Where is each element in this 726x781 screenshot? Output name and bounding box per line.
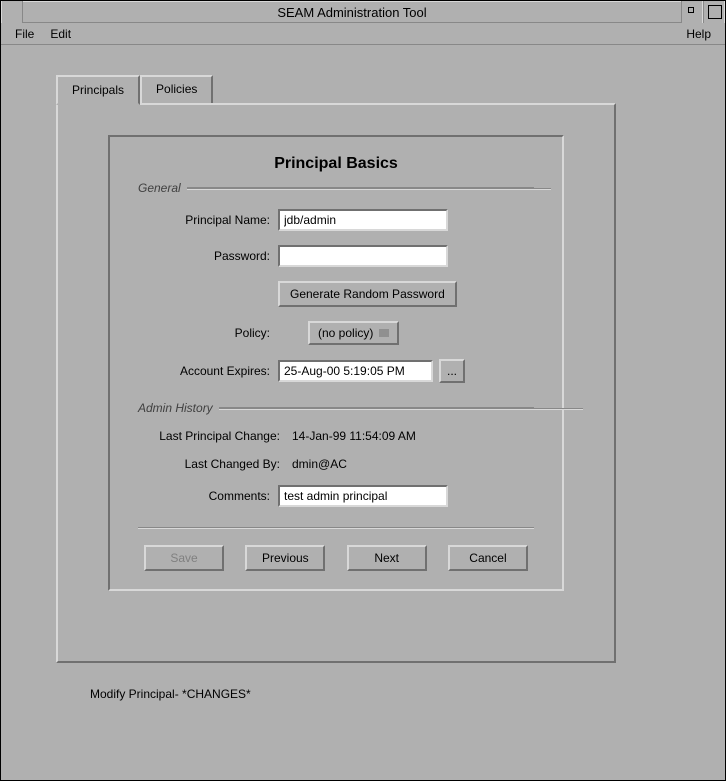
maximize-button[interactable]	[703, 1, 725, 23]
cancel-button[interactable]: Cancel	[448, 545, 528, 571]
next-button[interactable]: Next	[347, 545, 427, 571]
menubar: File Edit Help	[1, 23, 725, 45]
last-principal-change-value: 14-Jan-99 11:54:09 AM	[288, 429, 416, 443]
content-area: Principals Policies Principal Basics Gen…	[1, 45, 725, 719]
comments-input[interactable]	[278, 485, 448, 507]
button-row: Save Previous Next Cancel	[138, 545, 534, 571]
policy-dropdown[interactable]: (no policy)	[308, 321, 399, 345]
password-input[interactable]	[278, 245, 448, 267]
date-picker-button[interactable]: ...	[439, 359, 465, 383]
tab-row: Principals Policies	[56, 75, 670, 103]
panel-title: Principal Basics	[138, 155, 534, 173]
principal-name-label: Principal Name:	[138, 213, 278, 227]
dropdown-arrow-icon	[379, 329, 389, 337]
app-window: SEAM Administration Tool File Edit Help …	[0, 0, 726, 781]
group-admin-history-label: Admin History	[138, 401, 213, 415]
window-title: SEAM Administration Tool	[23, 5, 681, 20]
save-button[interactable]: Save	[144, 545, 224, 571]
menu-help[interactable]: Help	[678, 24, 719, 44]
tab-panel: Principal Basics General Principal Name:…	[56, 103, 616, 663]
tab-principals[interactable]: Principals	[56, 75, 140, 105]
last-changed-by-value: dmin@AC	[288, 457, 347, 471]
last-changed-by-label: Last Changed By:	[138, 457, 288, 471]
menu-edit[interactable]: Edit	[42, 24, 79, 44]
principal-name-input[interactable]	[278, 209, 448, 231]
last-principal-change-label: Last Principal Change:	[138, 429, 288, 443]
account-expires-label: Account Expires:	[138, 364, 278, 378]
menu-file[interactable]: File	[7, 24, 42, 44]
policy-value: (no policy)	[318, 326, 373, 340]
window-menu-button[interactable]	[1, 1, 23, 23]
status-bar: Modify Principal- *CHANGES*	[56, 663, 670, 709]
previous-button[interactable]: Previous	[245, 545, 325, 571]
tab-policies[interactable]: Policies	[140, 75, 213, 103]
group-admin-history: Admin History	[138, 401, 534, 415]
comments-label: Comments:	[138, 489, 278, 503]
generate-random-password-button[interactable]: Generate Random Password	[278, 281, 457, 307]
separator	[138, 527, 534, 529]
titlebar: SEAM Administration Tool	[1, 1, 725, 23]
minimize-button[interactable]	[681, 1, 703, 23]
policy-label: Policy:	[138, 326, 278, 340]
group-general-label: General	[138, 181, 181, 195]
password-label: Password:	[138, 249, 278, 263]
form-panel: Principal Basics General Principal Name:…	[108, 135, 564, 591]
group-general: General	[138, 181, 534, 195]
account-expires-input[interactable]	[278, 360, 433, 382]
